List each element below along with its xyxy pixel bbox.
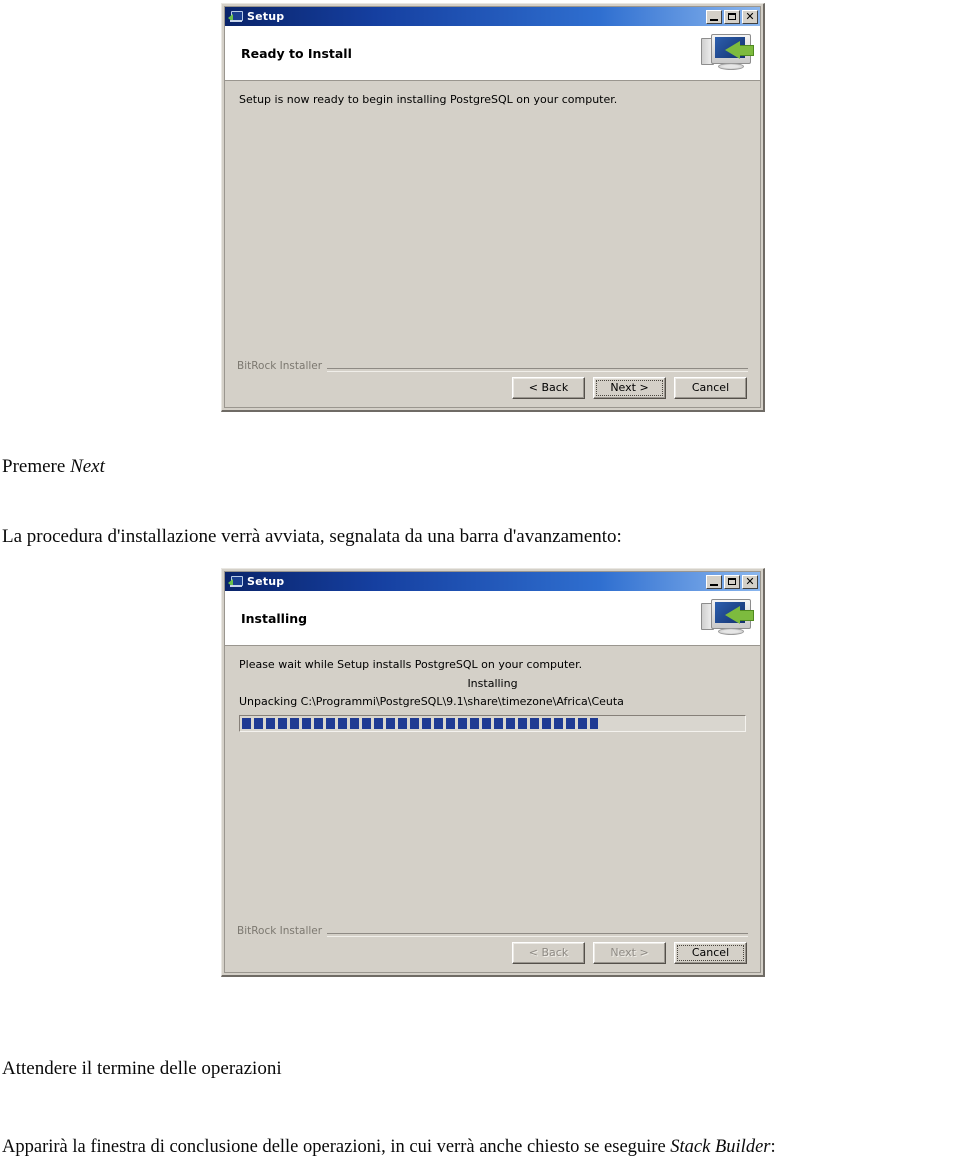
current-file-label: Unpacking C:\Programmi\PostgreSQL\9.1\sh… [239,695,624,708]
close-icon[interactable]: ✕ [742,9,758,24]
dialog-footer: BitRock Installer < Back Next > Cancel [225,357,760,407]
paragraph-premere-emphasis: Next [70,456,105,477]
dialog-header: Installing [225,591,760,646]
dialog-inner-frame: Setup ✕ Ready to Install Setup is now re… [224,6,761,408]
minimize-icon[interactable] [706,574,722,589]
next-button: Next > [593,942,666,964]
minimize-icon[interactable] [706,9,722,24]
cancel-button[interactable]: Cancel [674,377,747,399]
installing-message: Please wait while Setup installs Postgre… [239,658,583,671]
paragraph-procedura: La procedura d'installazione verrà avvia… [2,526,622,547]
back-button: < Back [512,942,585,964]
ready-message: Setup is now ready to begin installing P… [239,93,618,106]
progress-bar [239,715,746,732]
maximize-icon[interactable] [724,9,740,24]
back-button[interactable]: < Back [512,377,585,399]
computer-install-icon [699,597,755,639]
window-title: Setup [247,10,285,23]
setup-dialog-ready-to-install[interactable]: Setup ✕ Ready to Install Setup is now re… [221,3,765,412]
footer-button-group: < Back Next > Cancel [512,377,747,399]
paragraph-premere-next: Premere Next [2,456,105,478]
dialog-body: Setup is now ready to begin installing P… [225,81,760,357]
window-controls: ✕ [706,9,758,24]
paragraph-premere-prefix: Premere [2,456,71,477]
page-title: Ready to Install [241,45,352,61]
maximize-icon[interactable] [724,574,740,589]
paragraph-apparira-suffix: : [770,1137,776,1157]
titlebar[interactable]: Setup ✕ [225,572,760,591]
dialog-footer: BitRock Installer < Back Next > Cancel [225,922,760,972]
close-icon[interactable]: ✕ [742,574,758,589]
dialog-body: Please wait while Setup installs Postgre… [225,646,760,922]
paragraph-apparira-prefix: Apparirà la finestra di conclusione dell… [2,1137,671,1157]
dialog-inner-frame: Setup ✕ Installing Please wait while Set… [224,571,761,973]
installer-brand: BitRock Installer [237,925,328,937]
titlebar[interactable]: Setup ✕ [225,7,760,26]
computer-install-icon [699,32,755,74]
installer-brand: BitRock Installer [237,360,328,372]
setup-dialog-installing[interactable]: Setup ✕ Installing Please wait while Set… [221,568,765,977]
footer-button-group: < Back Next > Cancel [512,942,747,964]
setup-icon [228,10,243,24]
setup-icon [228,575,243,589]
window-controls: ✕ [706,574,758,589]
paragraph-attendere: Attendere il termine delle operazioni [2,1058,282,1079]
page-title: Installing [241,610,308,626]
cancel-button[interactable]: Cancel [674,942,747,964]
window-title: Setup [247,575,285,588]
dialog-header: Ready to Install [225,26,760,81]
next-button[interactable]: Next > [593,377,666,399]
progress-bar-fill [242,718,598,729]
installing-status: Installing [467,677,518,690]
paragraph-apparira-emphasis: Stack Builder [670,1137,771,1157]
paragraph-apparira: Apparirà la finestra di conclusione dell… [2,1136,776,1158]
